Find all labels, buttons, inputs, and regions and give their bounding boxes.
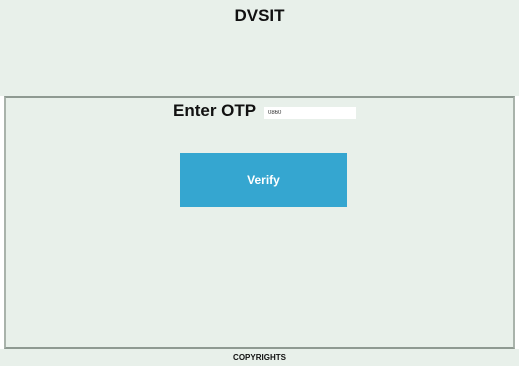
otp-panel: Enter OTP Verify — [4, 96, 515, 349]
app-title: DVSIT — [234, 6, 285, 25]
otp-label: Enter OTP — [173, 101, 257, 120]
otp-input[interactable] — [264, 107, 356, 119]
otp-page: DVSIT Enter OTP Verify COPYRIGHTS — [0, 0, 519, 366]
footer: COPYRIGHTS — [0, 349, 519, 366]
header: DVSIT — [0, 0, 519, 96]
verify-button[interactable]: Verify — [180, 153, 347, 207]
copyright-text: COPYRIGHTS — [233, 353, 286, 362]
